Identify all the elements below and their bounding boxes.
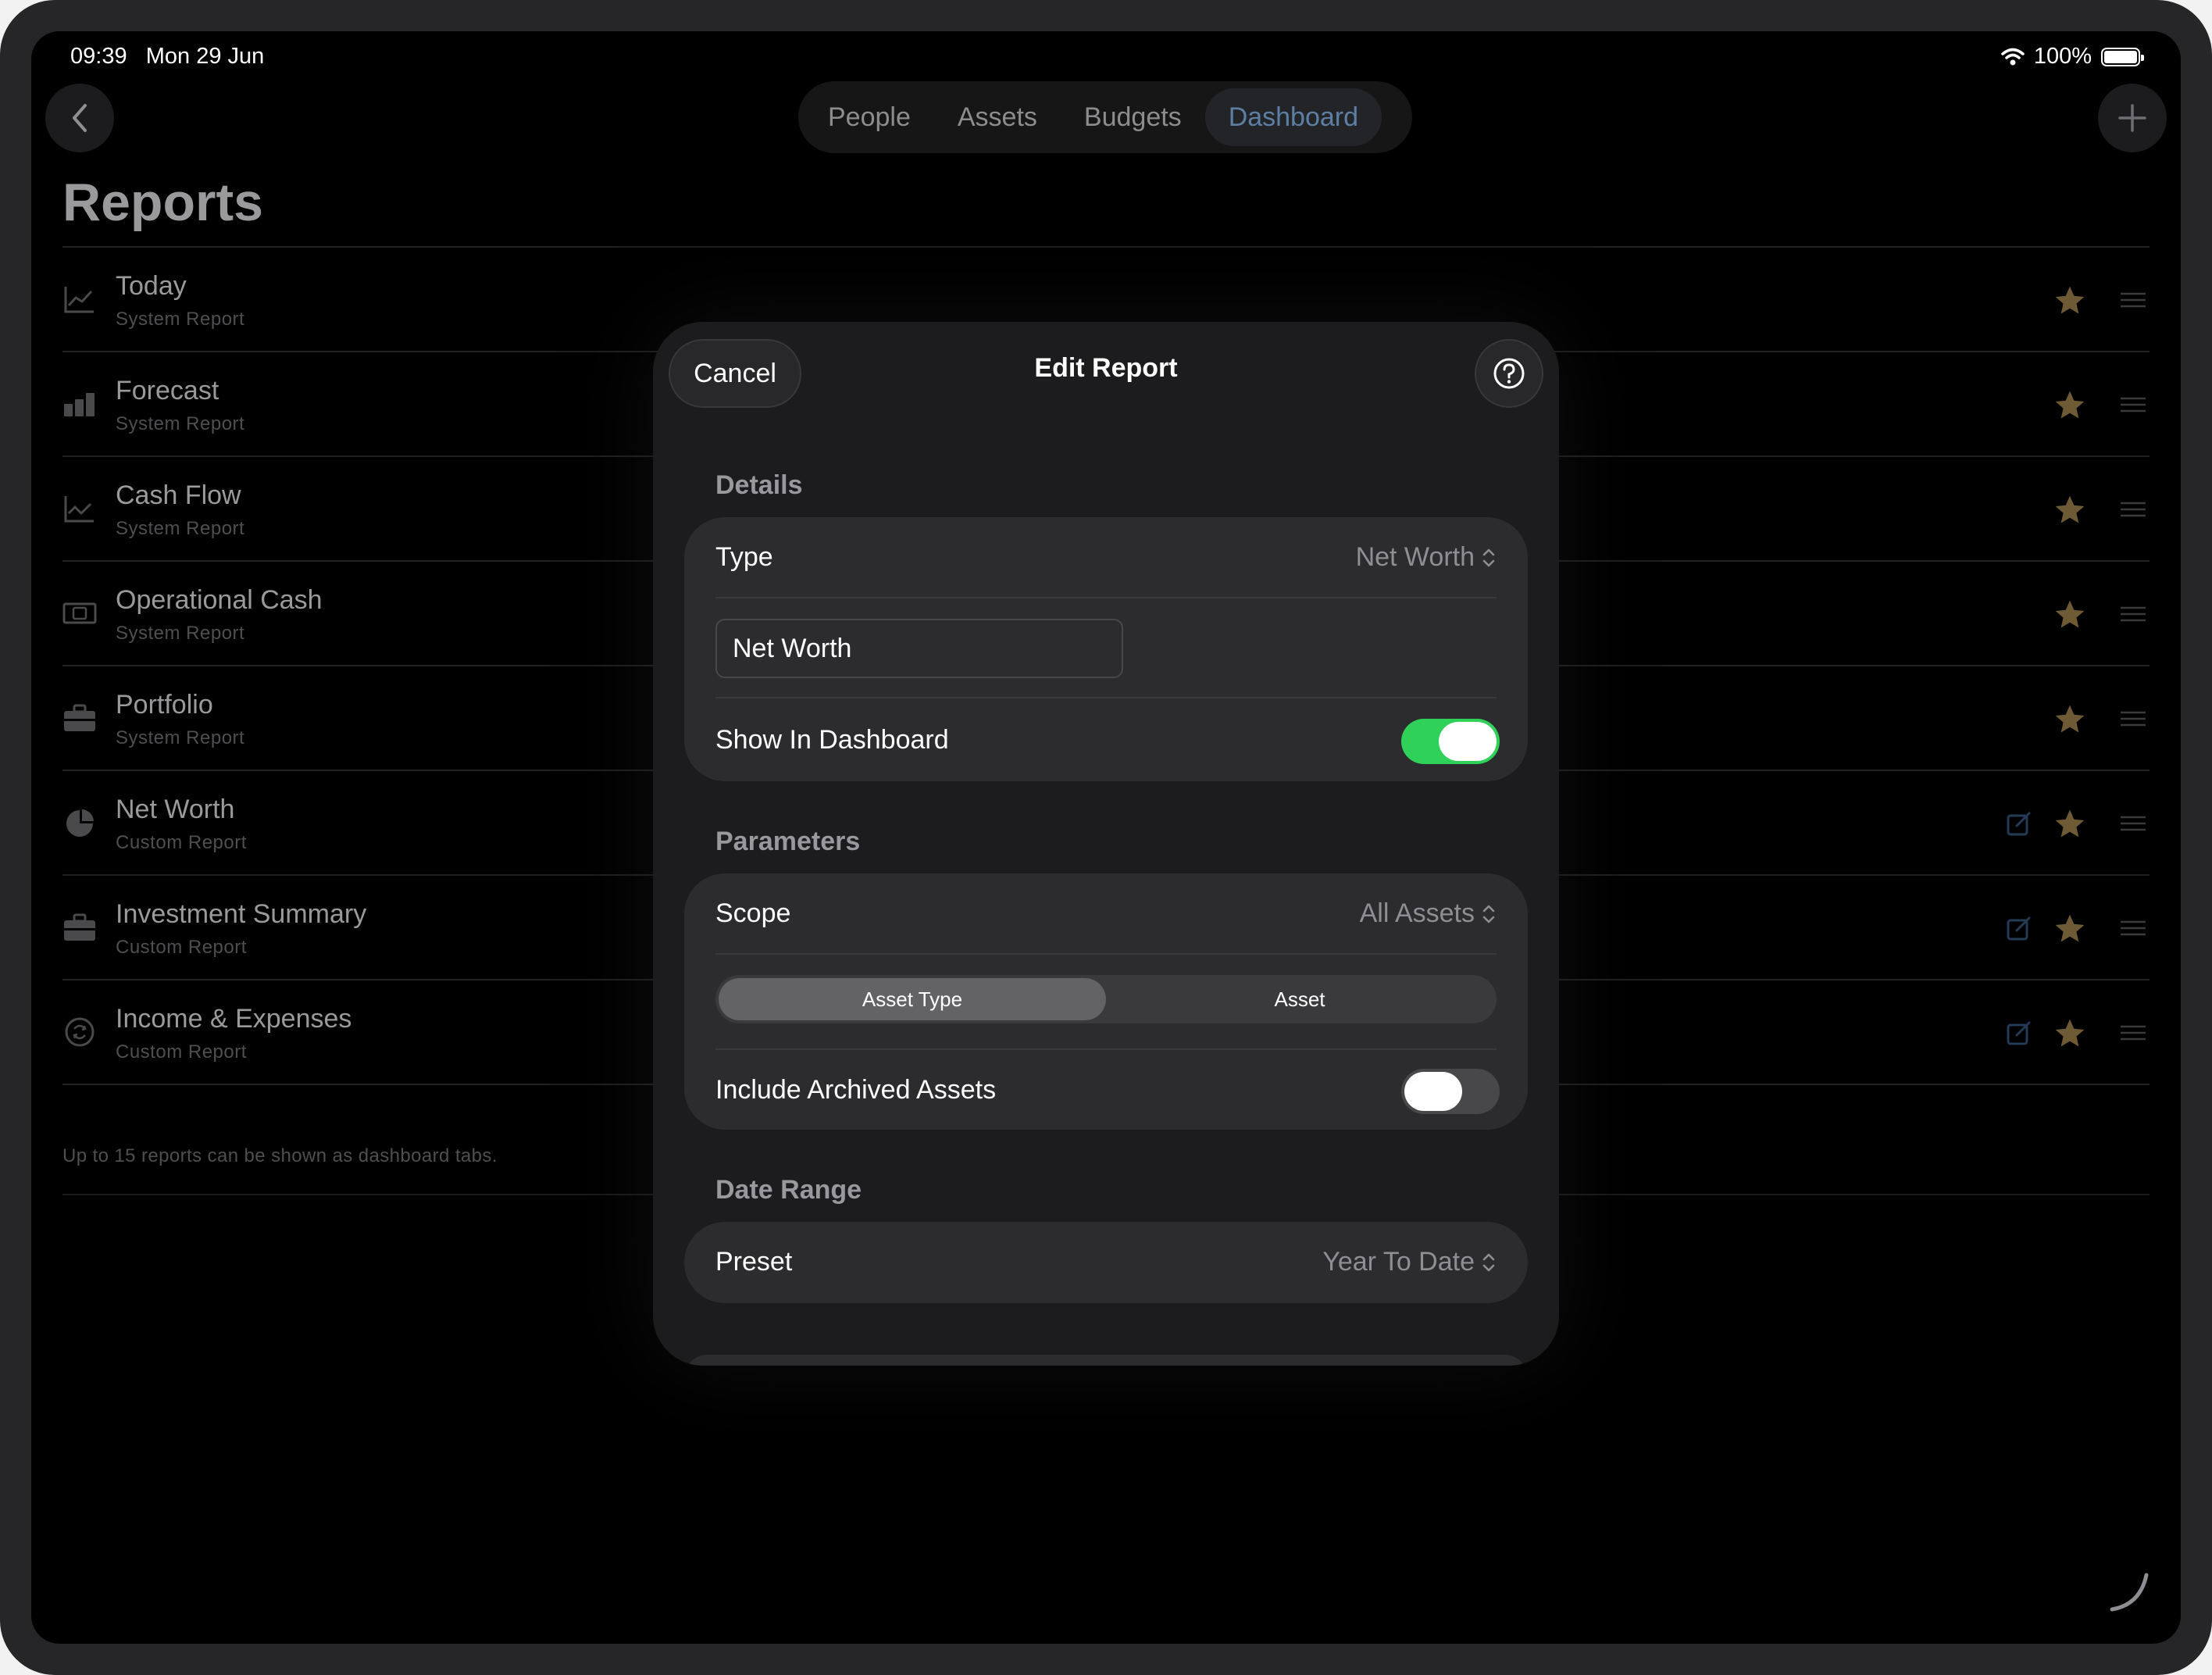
parameters-card: Scope All Assets Asset Type Asset Includ…: [684, 873, 1528, 1130]
report-title: Portfolio: [116, 690, 213, 720]
chevron-up-down-icon: [1482, 1253, 1495, 1271]
star-icon[interactable]: [2053, 388, 2087, 423]
add-button[interactable]: [2098, 84, 2167, 152]
sheet-title: Edit Report: [1034, 353, 1178, 383]
star-icon[interactable]: [2053, 1016, 2087, 1051]
report-title: Operational Cash: [116, 585, 323, 615]
tab-budgets[interactable]: Budgets: [1061, 88, 1205, 146]
chevron-up-down-icon: [1482, 548, 1495, 566]
bar-chart-icon: [64, 393, 95, 416]
footnote: Up to 15 reports can be shown as dashboa…: [62, 1145, 498, 1166]
report-name-input[interactable]: Net Worth: [715, 619, 1123, 678]
status-time-date: 09:39 Mon 29 Jun: [70, 44, 264, 70]
status-date: Mon 29 Jun: [145, 44, 265, 69]
currency-exchange-icon: [65, 1017, 95, 1047]
drag-handle-icon[interactable]: [2120, 396, 2146, 413]
drag-handle-icon[interactable]: [2120, 920, 2146, 937]
report-subtitle: Custom Report: [116, 832, 247, 853]
show-in-dashboard-toggle[interactable]: [1401, 719, 1500, 764]
report-title: Investment Summary: [116, 899, 367, 929]
battery-percent: 100%: [2033, 44, 2092, 69]
drag-handle-icon[interactable]: [2120, 501, 2146, 518]
report-title: Income & Expenses: [116, 1004, 352, 1034]
line-chart-icon: [64, 287, 94, 313]
star-icon[interactable]: [2053, 702, 2087, 737]
segment-asset-type[interactable]: Asset Type: [719, 978, 1106, 1020]
star-icon[interactable]: [2053, 284, 2087, 318]
include-archived-toggle[interactable]: [1401, 1069, 1500, 1114]
drag-handle-icon[interactable]: [2120, 291, 2146, 309]
report-subtitle: Custom Report: [116, 1041, 247, 1062]
scope-label: Scope: [715, 898, 791, 928]
section-tab-bar: People Assets Budgets Dashboard: [798, 81, 1412, 153]
drag-handle-icon[interactable]: [2120, 605, 2146, 623]
section-header-details: Details: [715, 470, 803, 500]
battery-icon: [2101, 47, 2144, 66]
row-separator: [715, 597, 1497, 598]
report-subtitle: System Report: [116, 727, 245, 748]
edit-icon[interactable]: [2006, 810, 2032, 837]
tab-assets[interactable]: Assets: [934, 88, 1061, 146]
drag-handle-icon[interactable]: [2120, 815, 2146, 832]
edit-icon[interactable]: [2006, 915, 2032, 941]
star-icon[interactable]: [2053, 912, 2087, 946]
status-time: 09:39: [70, 44, 127, 69]
plus-icon: [2118, 104, 2146, 132]
type-label: Type: [715, 542, 773, 572]
page-title: Reports: [62, 173, 263, 232]
star-icon[interactable]: [2053, 493, 2087, 527]
report-title: Cash Flow: [116, 480, 241, 510]
briefcase-icon: [64, 913, 95, 941]
edit-icon[interactable]: [2006, 1020, 2032, 1046]
report-title: Forecast: [116, 376, 219, 405]
details-card: Type Net Worth Net Worth Show In Dashboa…: [684, 517, 1528, 781]
scope-mode-segmented-control: Asset Type Asset: [715, 975, 1497, 1023]
scope-value: All Assets: [1359, 898, 1475, 928]
chevron-up-down-icon: [1482, 905, 1495, 923]
question-mark-icon: [1493, 358, 1525, 389]
briefcase-icon: [64, 704, 95, 731]
drag-handle-icon[interactable]: [2120, 1024, 2146, 1041]
report-subtitle: System Report: [116, 309, 245, 330]
row-separator: [715, 1048, 1497, 1050]
section-header-parameters: Parameters: [715, 827, 861, 856]
type-picker[interactable]: Net Worth: [1356, 542, 1497, 573]
resize-handle-icon[interactable]: [2106, 1569, 2153, 1616]
section-header-date-range: Date Range: [715, 1175, 862, 1205]
back-button[interactable]: [45, 84, 114, 152]
show-in-dashboard-label: Show In Dashboard: [715, 725, 949, 755]
status-indicators: 100%: [2001, 44, 2144, 70]
scope-picker[interactable]: All Assets: [1360, 898, 1497, 929]
tab-dashboard[interactable]: Dashboard: [1204, 88, 1382, 146]
report-title: Today: [116, 271, 187, 301]
row-separator: [715, 953, 1497, 955]
preset-value: Year To Date: [1322, 1247, 1475, 1277]
ipad-frame: 09:39 Mon 29 Jun 100% People Assets Budg…: [0, 0, 2212, 1675]
help-button[interactable]: [1475, 339, 1543, 408]
drag-handle-icon[interactable]: [2120, 710, 2146, 727]
star-icon[interactable]: [2053, 598, 2087, 632]
include-archived-label: Include Archived Assets: [715, 1075, 997, 1105]
preset-label: Preset: [715, 1247, 793, 1277]
report-subtitle: System Report: [116, 413, 245, 434]
line-chart-icon: [64, 496, 94, 523]
row-separator: [715, 697, 1497, 698]
date-range-card: Preset Year To Date: [684, 1222, 1528, 1303]
report-subtitle: Custom Report: [116, 937, 247, 958]
preset-picker[interactable]: Year To Date: [1322, 1247, 1497, 1277]
segment-asset[interactable]: Asset: [1106, 978, 1493, 1020]
tab-people[interactable]: People: [805, 88, 934, 146]
report-title: Net Worth: [116, 795, 235, 824]
type-value: Net Worth: [1355, 542, 1475, 572]
screen: 09:39 Mon 29 Jun 100% People Assets Budg…: [31, 31, 2181, 1644]
report-subtitle: System Report: [116, 623, 245, 644]
banknote-icon: [62, 602, 97, 624]
star-icon[interactable]: [2053, 807, 2087, 841]
wifi-icon: [2001, 48, 2025, 65]
next-card-peek: [684, 1355, 1528, 1366]
report-subtitle: System Report: [116, 518, 245, 539]
pie-chart-icon: [66, 809, 94, 837]
chevron-left-icon: [73, 104, 87, 132]
edit-report-sheet: Cancel Edit Report Details Type Net Wort…: [653, 322, 1559, 1366]
